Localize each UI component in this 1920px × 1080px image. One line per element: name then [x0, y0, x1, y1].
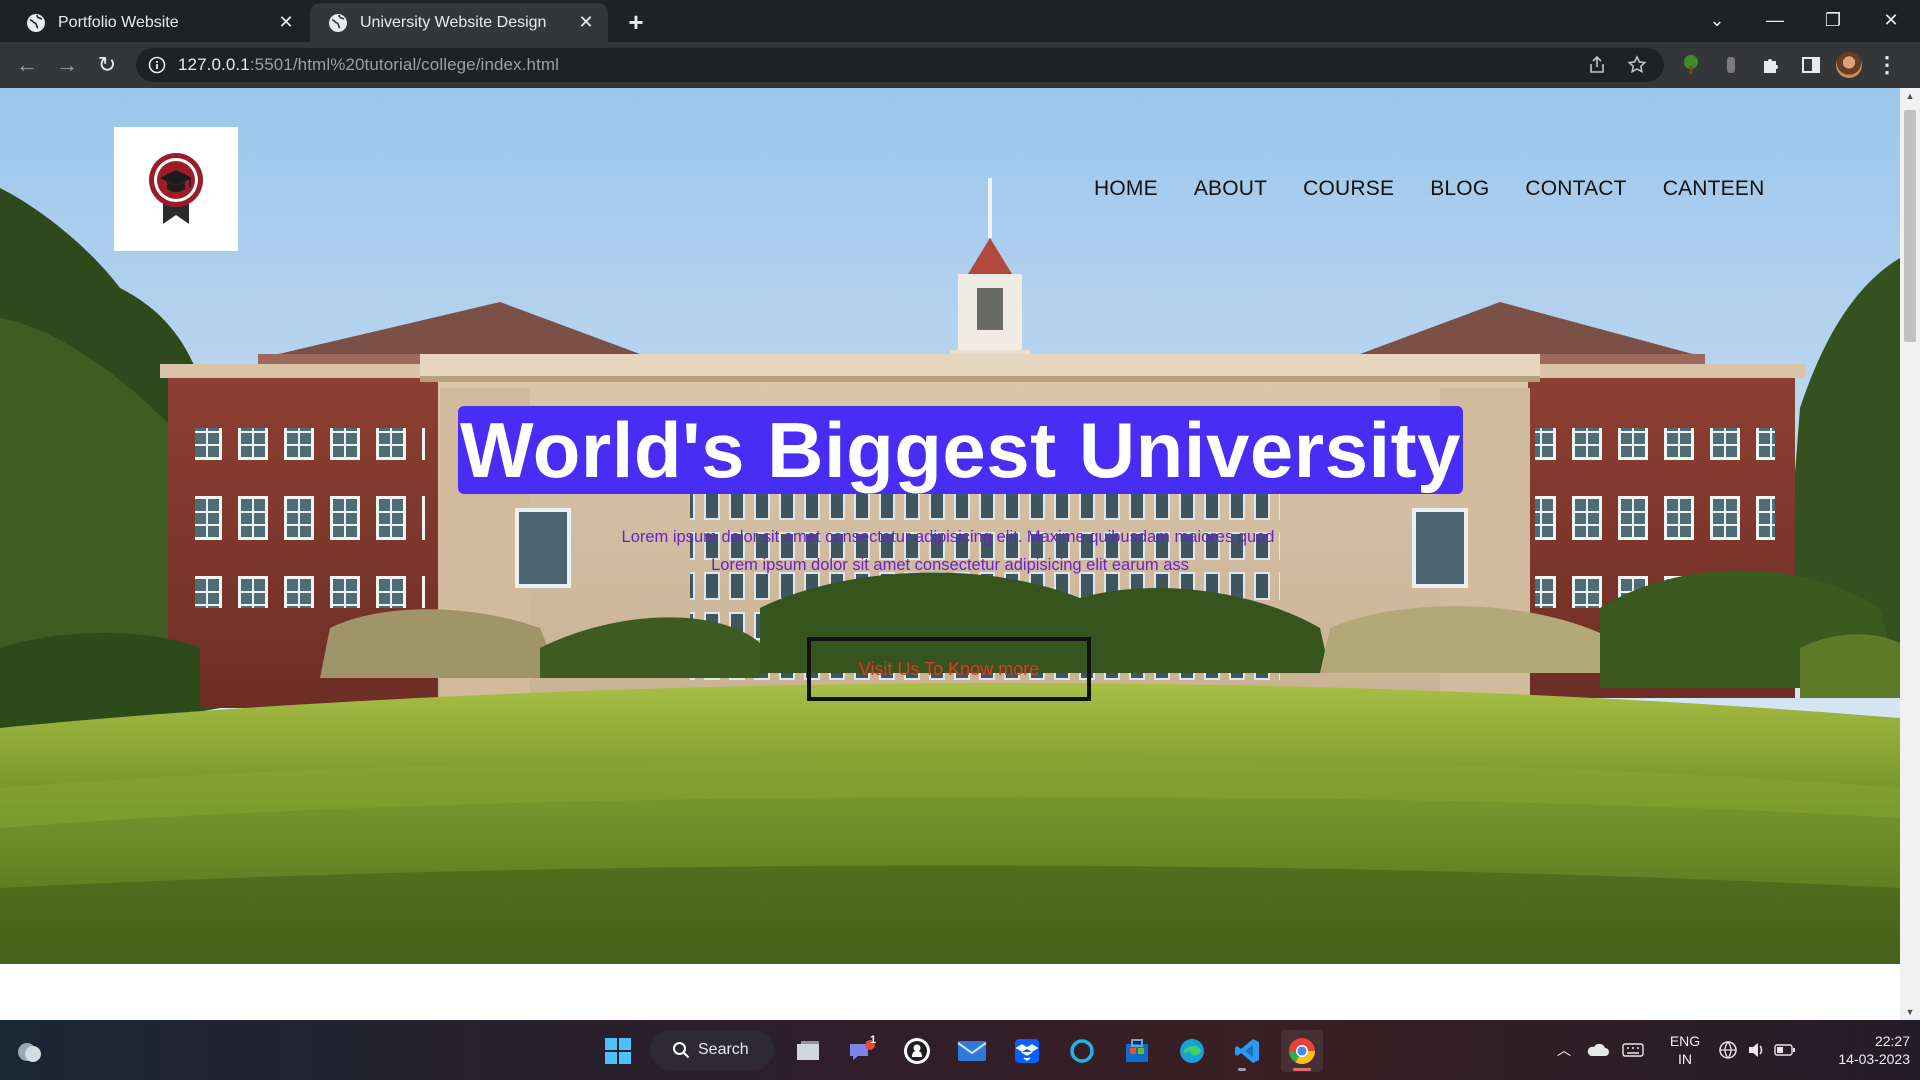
- taskbar-search-box[interactable]: Search: [650, 1030, 774, 1070]
- hero-description: Lorem ipsum dolor sit amet consectetur a…: [0, 523, 1900, 579]
- nav-home[interactable]: HOME: [1094, 177, 1158, 201]
- menu-kebab-icon[interactable]: ⋮: [1872, 50, 1902, 80]
- keyboard-icon[interactable]: [1622, 1020, 1644, 1080]
- vscode-icon[interactable]: [1226, 1030, 1268, 1072]
- chrome-icon[interactable]: [1281, 1030, 1323, 1072]
- close-tab-icon[interactable]: ✕: [572, 9, 600, 37]
- battery-icon[interactable]: [1774, 1020, 1796, 1080]
- tab-search-chevron-icon[interactable]: ⌄: [1688, 0, 1746, 40]
- tab-portfolio-website[interactable]: Portfolio Website ✕: [8, 3, 308, 42]
- input-language-indicator[interactable]: ENG IN: [1663, 1032, 1707, 1068]
- nav-contact[interactable]: CONTACT: [1525, 177, 1626, 201]
- chrome-active-indicator: [1293, 1068, 1311, 1071]
- hero-description-line-1: Lorem ipsum dolor sit amet consectetur a…: [621, 528, 1275, 546]
- globe-icon: [329, 13, 347, 32]
- tab-title: University Website Design: [360, 13, 547, 31]
- mail-icon[interactable]: [951, 1030, 993, 1072]
- restore-icon[interactable]: ❐: [1804, 0, 1862, 40]
- new-tab-plus-icon[interactable]: +: [620, 6, 652, 38]
- nav-canteen[interactable]: CANTEEN: [1663, 177, 1765, 201]
- tab-title: Portfolio Website: [58, 13, 179, 31]
- nav-blog[interactable]: BLOG: [1430, 177, 1489, 201]
- university-seal-logo-icon: [149, 153, 203, 224]
- globe-icon: [27, 13, 45, 32]
- clock-date: 14-03-2023: [1838, 1051, 1910, 1067]
- network-globe-icon[interactable]: [1718, 1020, 1738, 1080]
- system-clock[interactable]: 22:27 14-03-2023: [1810, 1032, 1910, 1068]
- window-controls: ⌄ — ❐ ✕: [1688, 0, 1920, 40]
- minimize-icon[interactable]: —: [1746, 0, 1804, 40]
- visit-us-button[interactable]: Visit Us To Know more: [807, 637, 1091, 701]
- nav-about[interactable]: ABOUT: [1194, 177, 1267, 201]
- site-info-icon[interactable]: [148, 56, 166, 74]
- extension-gray-icon[interactable]: [1716, 50, 1746, 80]
- bookmark-star-icon[interactable]: [1624, 52, 1650, 78]
- hero-description-line-2: Lorem ipsum dolor sit amet consectetur a…: [711, 556, 1189, 574]
- address-bar[interactable]: 127.0.0.1:5501/html%20tutorial/college/i…: [136, 48, 1664, 82]
- weather-widget-icon[interactable]: [8, 1030, 50, 1072]
- window-close-icon[interactable]: ✕: [1862, 0, 1920, 40]
- search-icon: [673, 1042, 690, 1059]
- browser-tab-strip: Portfolio Website ✕ University Website D…: [0, 0, 1920, 42]
- search-label: Search: [698, 1041, 749, 1058]
- lang-primary: ENG: [1669, 1033, 1701, 1049]
- cortana-ring-icon[interactable]: [1061, 1030, 1103, 1072]
- url-host: 127.0.0.1: [178, 55, 250, 74]
- show-hidden-icons-chevron[interactable]: ︿: [1557, 1020, 1571, 1080]
- scroll-up-arrow-icon[interactable]: ▲: [1900, 88, 1920, 104]
- url-text: 127.0.0.1:5501/html%20tutorial/college/i…: [178, 55, 559, 75]
- chat-badge: 1: [870, 1034, 877, 1046]
- side-panel-icon[interactable]: [1796, 50, 1826, 80]
- lang-region: IN: [1678, 1051, 1692, 1067]
- close-tab-icon[interactable]: ✕: [272, 9, 300, 37]
- nav-course[interactable]: COURSE: [1303, 177, 1394, 201]
- share-icon[interactable]: [1584, 52, 1610, 78]
- github-app-icon[interactable]: [896, 1030, 938, 1072]
- scrollbar-thumb[interactable]: [1904, 110, 1916, 342]
- hero-section: HOME ABOUT COURSE BLOG CONTACT CANTEEN W…: [0, 88, 1900, 964]
- puzzle-extensions-icon[interactable]: [1756, 50, 1786, 80]
- profile-avatar[interactable]: [1836, 52, 1862, 78]
- edge-browser-icon[interactable]: [1171, 1030, 1213, 1072]
- tree-extension-icon[interactable]: [1676, 50, 1706, 80]
- page-viewport: HOME ABOUT COURSE BLOG CONTACT CANTEEN W…: [0, 88, 1900, 1020]
- browser-toolbar: ← → ↻ 127.0.0.1:5501/html%20tutorial/col…: [0, 42, 1920, 88]
- windows-start-icon[interactable]: [597, 1030, 639, 1072]
- onedrive-cloud-icon[interactable]: [1586, 1020, 1610, 1080]
- dropbox-icon[interactable]: [1006, 1030, 1048, 1072]
- hero-headline: World's Biggest University: [458, 406, 1463, 494]
- main-navigation: HOME ABOUT COURSE BLOG CONTACT CANTEEN: [1094, 177, 1800, 201]
- clock-time: 22:27: [1874, 1033, 1910, 1049]
- extensions-area: ⋮: [1676, 50, 1902, 80]
- url-path: :5501/html%20tutorial/college/index.html: [249, 55, 560, 74]
- windows-taskbar: Search 1 ︿ ENG IN 22:27 14-03-2023: [0, 1020, 1920, 1080]
- reload-icon[interactable]: ↻: [92, 50, 122, 80]
- university-logo-box[interactable]: [114, 127, 238, 251]
- volume-speaker-icon[interactable]: [1746, 1020, 1766, 1080]
- page-scrollbar[interactable]: ▲ ▼: [1900, 88, 1920, 1020]
- microsoft-store-icon[interactable]: [1116, 1030, 1158, 1072]
- tab-university-website-design[interactable]: University Website Design ✕: [310, 3, 608, 42]
- task-view-icon[interactable]: [787, 1030, 829, 1072]
- forward-arrow-icon[interactable]: →: [52, 50, 82, 80]
- teams-chat-icon[interactable]: 1: [841, 1030, 883, 1072]
- vscode-running-indicator: [1238, 1068, 1246, 1071]
- scroll-down-arrow-icon[interactable]: ▼: [1900, 1004, 1920, 1020]
- omnibox-actions: [1584, 52, 1650, 78]
- back-arrow-icon[interactable]: ←: [12, 50, 42, 80]
